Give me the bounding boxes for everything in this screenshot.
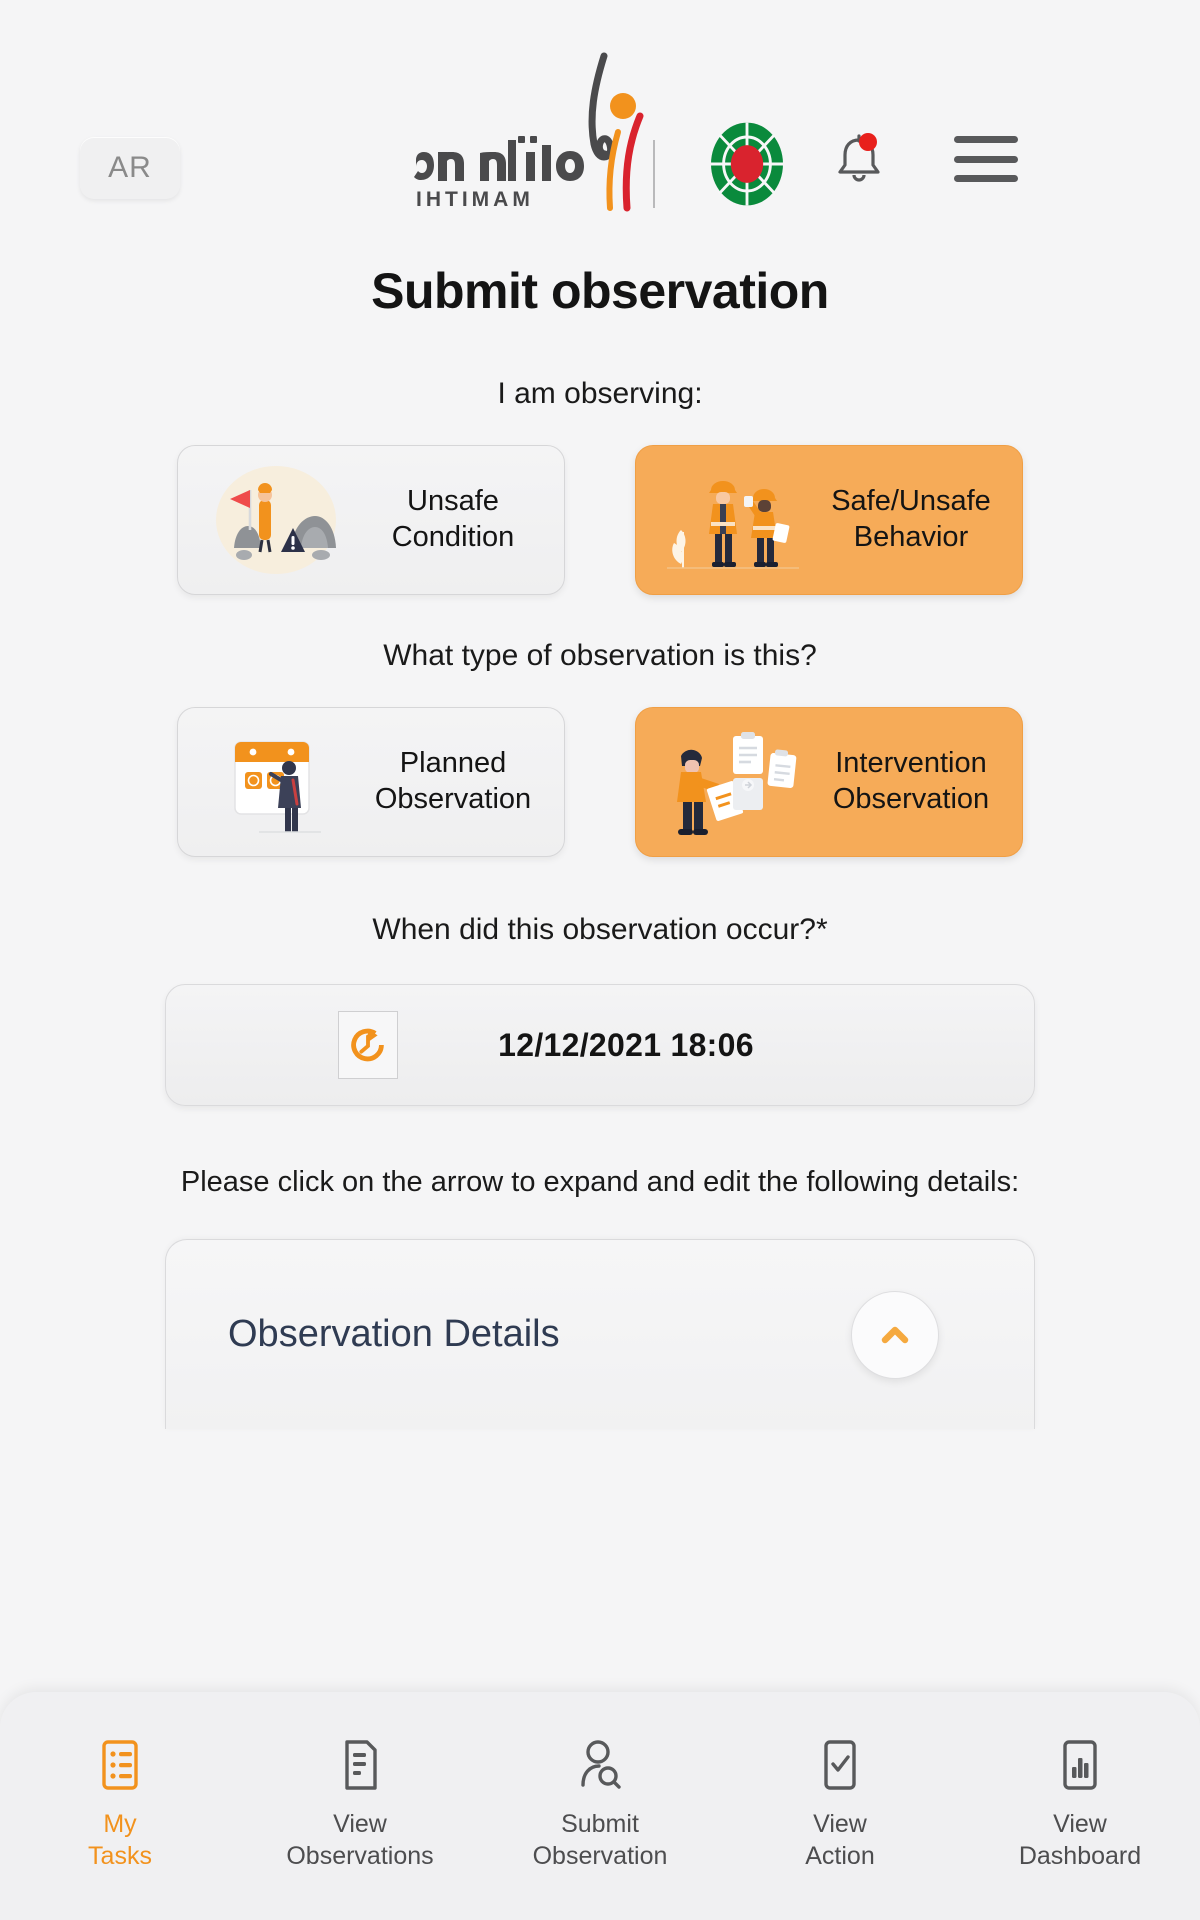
observation-datetime-field[interactable]: 12/12/2021 18:06: [165, 984, 1035, 1106]
nav-item-my-tasks[interactable]: My Tasks: [0, 1736, 240, 1872]
app-header: AR IHTIMAM: [0, 0, 1200, 240]
option-label-line1: Intervention: [835, 747, 987, 780]
option-intervention-observation[interactable]: Intervention Observation: [635, 707, 1023, 857]
nav-item-view-action[interactable]: View Action: [720, 1736, 960, 1872]
option-label-line2: Condition: [391, 521, 515, 553]
hamburger-line-1: [954, 136, 1018, 143]
bar-chart-icon: [1059, 1736, 1101, 1794]
page-title: Submit observation: [371, 263, 829, 319]
checkbox-document-icon: [819, 1736, 861, 1794]
nav-label-line2: Action: [805, 1842, 875, 1870]
option-label-line1: Planned: [399, 747, 507, 780]
nav-label: Submit Observation: [533, 1808, 668, 1872]
nav-item-view-observations[interactable]: View Observations: [240, 1736, 480, 1872]
nav-item-view-dashboard[interactable]: View Dashboard: [960, 1736, 1200, 1872]
type-options-row: Planned Observation Intervention Observa…: [0, 707, 1200, 857]
observation-datetime-value: 12/12/2021 18:06: [498, 1026, 754, 1063]
observing-options-row: Unsafe Condition Safe/Unsafe Behavior: [0, 445, 1200, 595]
tasks-list-icon: [99, 1736, 141, 1794]
nav-item-submit-observation[interactable]: Submit Observation: [480, 1736, 720, 1872]
unsafe-condition-illustration: [196, 455, 356, 585]
hamburger-line-3: [954, 175, 1018, 182]
option-label-line1: Unsafe: [407, 485, 499, 518]
person-search-icon: [577, 1736, 623, 1794]
option-label-line2: Observation: [374, 783, 532, 815]
nav-label: View Dashboard: [1019, 1808, 1141, 1872]
nav-label-line1: My: [103, 1810, 137, 1838]
logo-mark-icon: IHTIMAM: [414, 52, 655, 212]
document-list-icon: [339, 1736, 381, 1794]
nav-label-line1: View: [1053, 1810, 1107, 1838]
nav-label: My Tasks: [88, 1808, 152, 1872]
option-label-line2: Observation: [832, 783, 990, 815]
bottom-navigation-bar: My Tasks View Observations Submit Observ…: [0, 1692, 1200, 1920]
clock-refresh-icon: [351, 1028, 384, 1062]
chevron-up-icon: [881, 1326, 909, 1343]
nav-label-line2: Dashboard: [1018, 1842, 1142, 1870]
observation-details-title: Observation Details: [228, 1313, 560, 1355]
hamburger-menu-button[interactable]: [954, 136, 1018, 182]
partner-rosette-icon: [711, 122, 783, 206]
expand-hint-label: Please click on the arrow to expand and …: [180, 1166, 1020, 1198]
question-when-label: When did this observation occur?*: [372, 913, 828, 946]
option-unsafe-condition[interactable]: Unsafe Condition: [177, 445, 565, 595]
nav-label-line1: Submit: [561, 1810, 639, 1838]
option-safe-unsafe-behavior[interactable]: Safe/Unsafe Behavior: [635, 445, 1023, 595]
nav-label: View Action: [805, 1808, 874, 1872]
hamburger-line-2: [954, 155, 1018, 163]
option-planned-observation[interactable]: Planned Observation: [177, 707, 565, 857]
safe-unsafe-behavior-illustration: [654, 455, 814, 585]
nav-label-line1: View: [333, 1810, 387, 1838]
question-observing-label: I am observing:: [497, 377, 703, 410]
option-label-line2: Behavior: [853, 521, 969, 553]
option-label: Unsafe Condition: [356, 484, 556, 555]
language-toggle-label: AR: [108, 151, 152, 184]
option-label: Intervention Observation: [814, 746, 1014, 817]
observation-details-toggle-button[interactable]: [851, 1290, 939, 1379]
question-type-label: What type of observation is this?: [383, 639, 817, 672]
language-toggle-button[interactable]: AR: [80, 137, 180, 199]
clock-refresh-icon-box: [338, 1011, 398, 1079]
nav-label-line2: Observations: [286, 1842, 434, 1870]
nav-label-line1: View: [813, 1810, 867, 1838]
nav-label-line2: Tasks: [88, 1842, 152, 1870]
option-label-line1: Safe/Unsafe: [831, 485, 991, 518]
planned-observation-illustration: [196, 717, 356, 847]
svg-text:IHTIMAM: IHTIMAM: [416, 188, 534, 211]
ihtimam-logo: IHTIMAM: [408, 48, 792, 213]
option-label: Safe/Unsafe Behavior: [814, 484, 1014, 555]
notification-badge: [859, 133, 877, 151]
observation-details-panel[interactable]: Observation Details: [165, 1239, 1035, 1429]
nav-label-line2: Observation: [532, 1842, 668, 1870]
notifications-button[interactable]: [828, 128, 890, 190]
intervention-observation-illustration: [654, 717, 814, 847]
nav-label: View Observations: [286, 1808, 433, 1872]
option-label: Planned Observation: [356, 746, 556, 817]
bell-icon: [838, 133, 880, 182]
